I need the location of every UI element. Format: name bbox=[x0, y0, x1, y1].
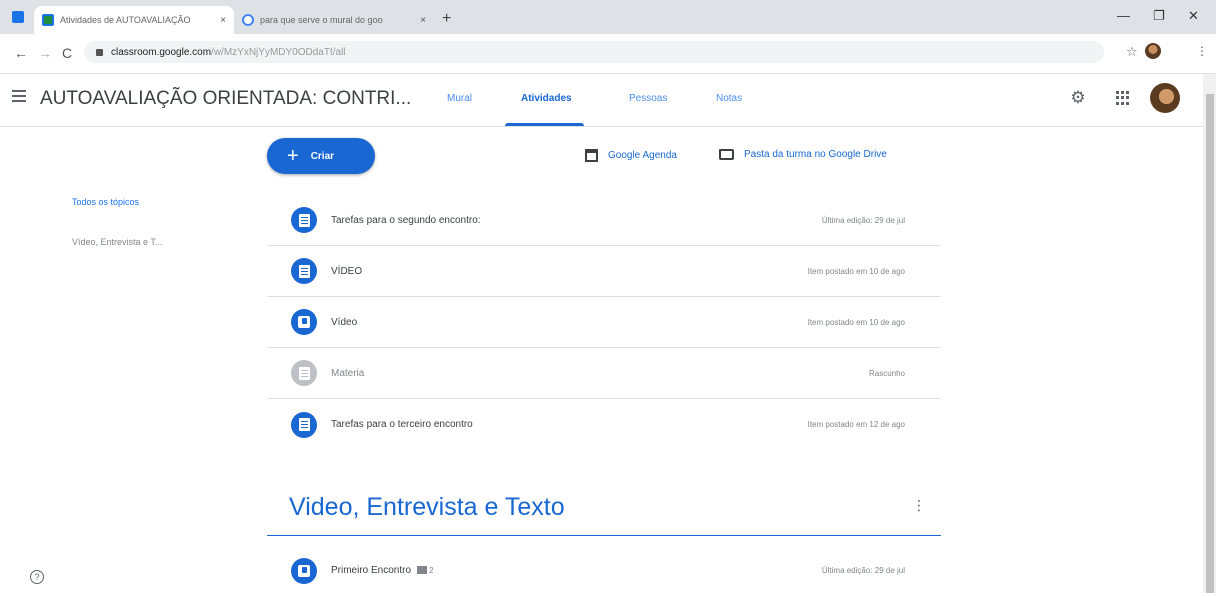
item-status: Rascunho bbox=[868, 368, 905, 378]
item-title: Tarefas para o terceiro encontro bbox=[331, 419, 473, 430]
browser-tab-atividades[interactable]: Atividades de AUTOAVALIAÇÃO × bbox=[34, 6, 234, 34]
reload-icon[interactable]: C bbox=[62, 45, 72, 61]
browser-tab-strip: Atividades de AUTOAVALIAÇÃO × para que s… bbox=[0, 0, 1216, 34]
drive-label: Pasta da turma no Google Drive bbox=[744, 149, 887, 160]
tab-mural[interactable]: Mural bbox=[447, 93, 472, 104]
item-status: Item postado em 12 de ago bbox=[807, 420, 905, 429]
url-path: /w/MzYxNjYyMDY0ODdaTt/all bbox=[211, 46, 346, 58]
address-bar[interactable]: classroom.google.com /w/MzYxNjYyMDY0ODda… bbox=[84, 41, 1104, 63]
assignment-icon bbox=[291, 258, 317, 284]
scrollbar-thumb[interactable] bbox=[1206, 94, 1214, 593]
tab-close-icon[interactable]: × bbox=[420, 15, 426, 26]
maximize-icon[interactable]: ❐ bbox=[1153, 8, 1165, 24]
browser-tab-search[interactable]: para que serve o mural do goo × bbox=[234, 6, 434, 34]
create-button[interactable]: + Criar bbox=[267, 138, 375, 174]
tab-title: Atividades de AUTOAVALIAÇÃO bbox=[60, 15, 191, 25]
class-title[interactable]: AUTOAVALIAÇÃO ORIENTADA: CONTRI... bbox=[40, 88, 411, 110]
attachment-icon bbox=[417, 566, 428, 575]
topic-item-list: Primeiro Encontro 2 Última edição: 29 de … bbox=[267, 545, 941, 596]
classroom-header: AUTOAVALIAÇÃO ORIENTADA: CONTRI... Mural… bbox=[0, 74, 1216, 127]
item-status: Item postado em 10 de ago bbox=[807, 317, 905, 327]
calendar-label: Google Agenda bbox=[608, 150, 677, 161]
list-item[interactable]: VÍDEO Item postado em 10 de ago bbox=[267, 246, 941, 297]
back-arrow-icon[interactable]: ← bbox=[14, 45, 28, 61]
classroom-favicon-icon bbox=[42, 14, 54, 26]
assignment-icon bbox=[291, 207, 317, 233]
page-scrollbar[interactable] bbox=[1203, 74, 1216, 593]
browser-menu-icon[interactable]: ⋮ bbox=[1196, 44, 1208, 58]
calendar-icon bbox=[585, 149, 598, 162]
classroom-app-icon bbox=[12, 11, 24, 23]
bookmark-star-icon[interactable]: ☆ bbox=[1126, 44, 1138, 60]
create-label: Criar bbox=[310, 150, 335, 162]
minimize-icon[interactable]: — bbox=[1117, 8, 1130, 23]
tab-atividades[interactable]: Atividades bbox=[521, 93, 572, 104]
topic-divider bbox=[267, 535, 941, 536]
attachment-count: 2 bbox=[429, 566, 434, 575]
item-status: Item postado em 10 de ago bbox=[807, 266, 905, 276]
help-icon[interactable]: ? bbox=[30, 570, 44, 584]
item-status: Última edição: 29 de jul bbox=[821, 566, 905, 575]
item-title: VÍDEO bbox=[331, 265, 363, 277]
drive-folder-link[interactable]: Pasta da turma no Google Drive bbox=[719, 149, 887, 160]
settings-gear-icon[interactable]: ⚙ bbox=[1068, 88, 1088, 108]
close-window-icon[interactable]: ✕ bbox=[1188, 8, 1199, 24]
forward-arrow-icon[interactable]: → bbox=[38, 45, 52, 61]
google-calendar-link[interactable]: Google Agenda bbox=[585, 149, 677, 162]
item-title-text: Primeiro Encontro bbox=[331, 565, 412, 576]
list-item[interactable]: Materia Rascunho bbox=[267, 348, 941, 399]
draft-material-icon bbox=[291, 360, 317, 386]
material-icon bbox=[291, 557, 317, 584]
topic-video-link[interactable]: Vídeo, Entrevista e T... bbox=[72, 237, 162, 247]
material-icon bbox=[291, 309, 317, 335]
browser-profile-avatar[interactable] bbox=[1145, 43, 1161, 59]
folder-icon bbox=[719, 149, 734, 160]
list-item[interactable]: Primeiro Encontro 2 Última edição: 29 de … bbox=[267, 545, 941, 596]
item-status: Última edição: 29 de jul bbox=[821, 215, 905, 225]
tab-pessoas[interactable]: Pessoas bbox=[629, 93, 667, 104]
active-tab-indicator bbox=[505, 123, 584, 126]
assignment-icon bbox=[291, 411, 317, 438]
hamburger-menu-icon[interactable] bbox=[12, 90, 26, 102]
item-title: Vídeo bbox=[331, 316, 358, 328]
url-host: classroom.google.com bbox=[111, 46, 212, 58]
item-title: Materia bbox=[331, 367, 365, 379]
tab-title: para que serve o mural do goo bbox=[260, 15, 383, 25]
item-title: Primeiro Encontro 2 bbox=[331, 565, 822, 576]
topic-more-options-icon[interactable]: ⋮ bbox=[912, 497, 926, 514]
plus-icon: + bbox=[287, 145, 299, 167]
list-item[interactable]: Tarefas para o terceiro encontro Item po… bbox=[267, 399, 941, 450]
tab-close-icon[interactable]: × bbox=[220, 15, 226, 26]
list-item[interactable]: Vídeo Item postado em 10 de ago bbox=[267, 297, 941, 348]
google-favicon-icon bbox=[242, 14, 254, 26]
user-avatar[interactable] bbox=[1150, 83, 1180, 113]
item-title: Tarefas para o segundo encontro: bbox=[331, 214, 481, 226]
list-item[interactable]: Tarefas para o segundo encontro: Última … bbox=[267, 195, 941, 246]
new-tab-button[interactable]: + bbox=[442, 10, 451, 28]
lock-icon bbox=[96, 48, 103, 56]
google-apps-icon[interactable] bbox=[1116, 91, 1130, 105]
classwork-list: Tarefas para o segundo encontro: Última … bbox=[267, 195, 941, 450]
topic-heading: Video, Entrevista e Texto bbox=[289, 493, 565, 521]
tab-notas[interactable]: Notas bbox=[716, 93, 742, 104]
topic-all-link[interactable]: Todos os tópicos bbox=[72, 197, 139, 207]
